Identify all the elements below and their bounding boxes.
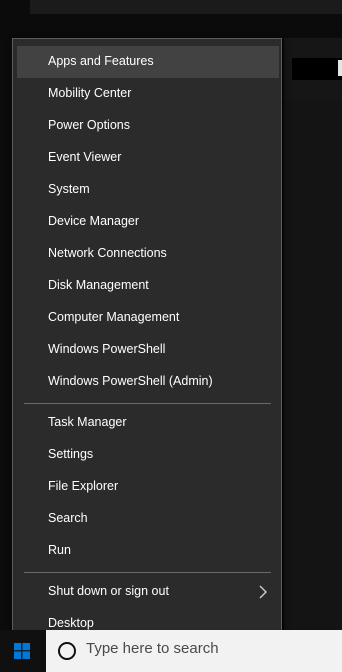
menu-item-mobility-center[interactable]: Mobility Center xyxy=(17,78,279,110)
desktop-background: Apps and Features Mobility Center Power … xyxy=(0,0,342,672)
background-window-edge xyxy=(30,0,342,14)
menu-item-label: Shut down or sign out xyxy=(48,584,169,598)
background-mark xyxy=(338,60,342,76)
menu-item-label: Windows PowerShell xyxy=(48,342,166,356)
cortana-circle-icon xyxy=(58,642,76,660)
menu-item-system[interactable]: System xyxy=(17,174,279,206)
menu-item-shut-down-or-sign-out[interactable]: Shut down or sign out xyxy=(17,576,279,608)
search-placeholder: Type here to search xyxy=(86,640,219,657)
menu-item-windows-powershell[interactable]: Windows PowerShell xyxy=(17,334,279,366)
menu-separator xyxy=(24,572,271,573)
menu-item-search[interactable]: Search xyxy=(17,503,279,535)
menu-item-computer-management[interactable]: Computer Management xyxy=(17,302,279,334)
menu-item-label: Event Viewer xyxy=(48,150,122,164)
menu-item-run[interactable]: Run xyxy=(17,535,279,567)
start-button[interactable] xyxy=(0,630,46,672)
menu-item-event-viewer[interactable]: Event Viewer xyxy=(17,142,279,174)
chevron-right-icon xyxy=(259,585,267,599)
background-panel xyxy=(284,100,342,630)
menu-item-network-connections[interactable]: Network Connections xyxy=(17,238,279,270)
menu-item-apps-and-features[interactable]: Apps and Features xyxy=(17,46,279,78)
menu-item-task-manager[interactable]: Task Manager xyxy=(17,407,279,439)
menu-item-label: File Explorer xyxy=(48,479,119,493)
menu-separator xyxy=(24,403,271,404)
menu-item-label: Windows PowerShell (Admin) xyxy=(48,374,213,388)
menu-item-label: Computer Management xyxy=(48,310,180,324)
menu-item-label: Desktop xyxy=(48,616,94,630)
menu-item-label: Task Manager xyxy=(48,415,127,429)
menu-item-label: Network Connections xyxy=(48,246,167,260)
menu-item-power-options[interactable]: Power Options xyxy=(17,110,279,142)
menu-item-label: System xyxy=(48,182,90,196)
menu-item-file-explorer[interactable]: File Explorer xyxy=(17,471,279,503)
menu-item-disk-management[interactable]: Disk Management xyxy=(17,270,279,302)
menu-item-label: Disk Management xyxy=(48,278,149,292)
menu-item-label: Mobility Center xyxy=(48,86,132,100)
menu-item-label: Power Options xyxy=(48,118,130,132)
menu-item-device-manager[interactable]: Device Manager xyxy=(17,206,279,238)
menu-item-windows-powershell-admin[interactable]: Windows PowerShell (Admin) xyxy=(17,366,279,398)
menu-item-label: Settings xyxy=(48,447,94,461)
background-window xyxy=(284,38,342,100)
menu-item-label: Device Manager xyxy=(48,214,140,228)
menu-item-label: Search xyxy=(48,511,88,525)
windows-logo-icon xyxy=(14,643,30,659)
menu-item-label: Apps and Features xyxy=(48,54,154,68)
menu-item-settings[interactable]: Settings xyxy=(17,439,279,471)
taskbar: Type here to search xyxy=(0,630,342,672)
power-user-menu: Apps and Features Mobility Center Power … xyxy=(12,38,282,648)
menu-item-label: Run xyxy=(48,543,71,557)
taskbar-search-box[interactable]: Type here to search xyxy=(46,630,342,672)
